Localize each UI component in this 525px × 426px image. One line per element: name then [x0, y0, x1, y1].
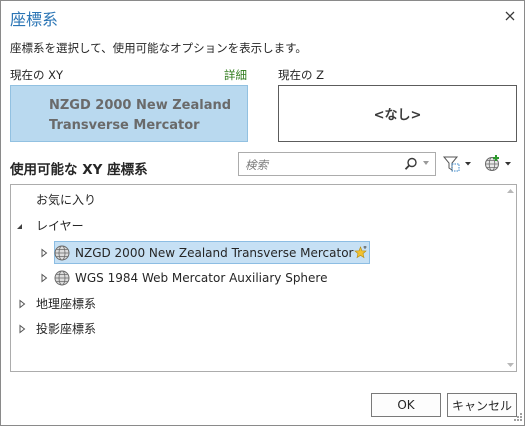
- tree-node-layers[interactable]: レイヤー: [15, 215, 84, 237]
- collapsed-arrow-icon[interactable]: [39, 273, 49, 283]
- dialog-title: 座標系: [10, 10, 59, 29]
- current-xy-box[interactable]: NZGD 2000 New Zealand Transverse Mercato…: [10, 85, 248, 142]
- current-z-label: 現在の Z: [278, 68, 325, 82]
- ok-button[interactable]: OK: [371, 393, 441, 417]
- details-link[interactable]: 詳細: [224, 67, 247, 83]
- globe-icon: [54, 245, 70, 261]
- collapsed-arrow-icon[interactable]: [17, 324, 27, 334]
- current-z-box[interactable]: <なし>: [278, 85, 517, 142]
- tree-node-label: NZGD 2000 New Zealand Transverse Mercato…: [75, 246, 354, 260]
- close-button[interactable]: [499, 5, 521, 27]
- tree-node-layer-nzgd2000[interactable]: NZGD 2000 New Zealand Transverse Mercato…: [39, 242, 354, 264]
- globe-add-icon: [485, 155, 511, 171]
- globe-icon: [54, 270, 70, 286]
- collapsed-arrow-icon[interactable]: [39, 248, 49, 258]
- tree-node-favorites[interactable]: お気に入り: [36, 189, 96, 211]
- add-coordinate-system-button[interactable]: [482, 153, 516, 175]
- tree-node-label: WGS 1984 Web Mercator Auxiliary Sphere: [75, 271, 328, 285]
- search-dropdown-arrow-icon[interactable]: [423, 161, 429, 165]
- close-icon: [505, 11, 515, 21]
- favorite-star-icon[interactable]: [354, 246, 367, 259]
- search-placeholder: 検索: [245, 158, 268, 172]
- dialog-description: 座標系を選択して、使用可能なオプションを表示します。: [10, 41, 307, 55]
- current-z-value: <なし>: [373, 108, 422, 123]
- expanded-arrow-icon[interactable]: [15, 221, 25, 231]
- search-icon[interactable]: [404, 157, 418, 171]
- available-xy-heading: 使用可能な XY 座標系: [10, 162, 148, 178]
- cancel-button[interactable]: キャンセル: [447, 393, 517, 417]
- tree-node-label: 地理座標系: [36, 297, 97, 311]
- coordinate-system-dialog: 座標系 座標系を選択して、使用可能なオプションを表示します。 現在の XY 詳細…: [0, 0, 525, 426]
- current-xy-name-line2: Transverse Mercator: [49, 118, 200, 133]
- tree-node-label: お気に入り: [36, 193, 97, 207]
- tree-scrollbar[interactable]: [505, 185, 516, 371]
- coordinate-system-tree[interactable]: お気に入り レイヤー NZGD 2000 New Zealand Transve…: [10, 184, 517, 372]
- tree-node-label: レイヤー: [36, 219, 84, 233]
- filter-icon: [442, 156, 471, 172]
- tree-node-projected[interactable]: 投影座標系: [17, 318, 96, 340]
- current-xy-name-line1: NZGD 2000 New Zealand: [49, 98, 232, 113]
- search-input[interactable]: 検索: [238, 152, 436, 176]
- tree-node-geographic[interactable]: 地理座標系: [17, 293, 96, 315]
- tree-node-label: 投影座標系: [36, 322, 97, 336]
- tree-node-layer-wgs1984[interactable]: WGS 1984 Web Mercator Auxiliary Sphere: [39, 267, 327, 289]
- filter-button[interactable]: [442, 153, 476, 175]
- collapsed-arrow-icon[interactable]: [17, 299, 27, 309]
- resize-grip-icon[interactable]: [511, 412, 523, 424]
- current-xy-label: 現在の XY: [10, 68, 64, 82]
